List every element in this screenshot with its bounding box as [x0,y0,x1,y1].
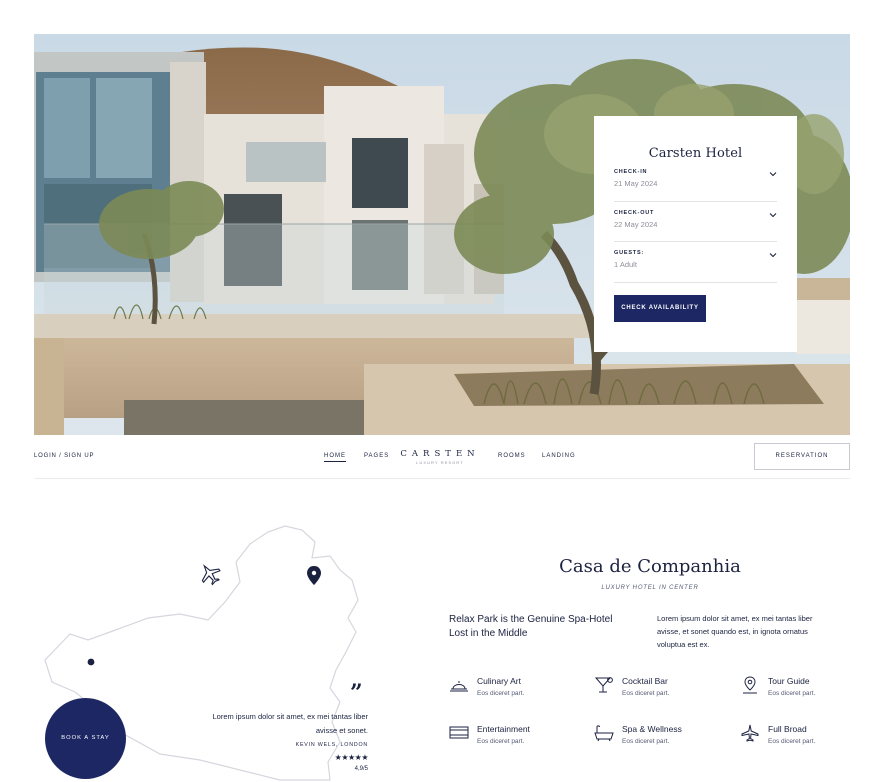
checkout-field[interactable]: CHECK-OUT 22 May 2024 [614,202,777,242]
amenity-desc: Eos diceret part. [768,738,816,745]
section-title: Casa de Companhia [559,556,741,577]
hero-image: Carsten Hotel CHECK-IN 21 May 2024 CHECK… [34,34,850,435]
nav-home[interactable]: HOME [324,453,346,462]
checkout-value[interactable]: 22 May 2024 [614,220,777,229]
nav-rooms[interactable]: ROOMS [498,453,526,459]
amenity-tour: Tour Guide Eos diceret part. [740,676,860,704]
logo-tagline: LUXURY RESORT [416,461,464,465]
nav-pages[interactable]: PAGES [364,453,389,459]
chevron-down-icon[interactable] [769,212,777,218]
reservation-button[interactable]: RESERVATION [754,443,850,470]
logo-text: CARSTEN [400,449,480,459]
logo[interactable]: CARSTEN LUXURY RESORT [400,449,480,465]
amenity-desc: Eos diceret part. [622,738,670,745]
checkin-label: CHECK-IN [614,169,648,175]
amenity-title: Culinary Art [477,676,521,686]
amenity-full-broad: Full Broad Eos diceret part. [740,724,860,752]
section-lead: Relax Park is the Genuine Spa-Hotel Lost… [449,614,613,639]
amenity-title: Tour Guide [768,676,810,686]
checkin-field[interactable]: CHECK-IN 21 May 2024 [614,161,777,202]
amenity-desc: Eos diceret part. [477,738,525,745]
amenity-title: Full Broad [768,724,807,734]
amenity-spa: Spa & Wellness Eos diceret part. [594,724,714,752]
amenity-cocktail: Cocktail Bar Eos diceret part. [594,676,714,704]
airplane-map-icon [201,564,221,586]
bathtub-icon [594,725,614,742]
amenity-entertainment: Entertainment Eos diceret part. [449,724,569,752]
amenity-desc: Eos diceret part. [622,690,670,697]
guests-value[interactable]: 1 Adult [614,260,777,269]
quote-icon: ” [350,680,363,706]
amenity-title: Entertainment [477,724,530,734]
checkin-value[interactable]: 21 May 2024 [614,179,777,188]
airplane-icon [741,724,759,742]
amenity-title: Spa & Wellness [622,724,682,734]
testimonial-author: KEVIN WELS, LONDON [295,742,368,748]
section-body: Lorem ipsum dolor sit amet, ex mei tanta… [657,614,813,649]
rating-value: 4,9/5 [354,766,368,772]
booking-title: Carsten Hotel [648,146,743,161]
guests-label: GUESTS: [614,250,645,256]
rating-stars: ★★★★★ [334,753,369,762]
amenity-desc: Eos diceret part. [477,690,525,697]
checkout-label: CHECK-OUT [614,209,655,216]
login-signup-link[interactable]: LOGIN / SIGN UP [34,453,94,459]
book-stay-button[interactable]: BOOK A STAY [45,698,126,779]
chevron-down-icon[interactable] [769,252,777,258]
amenity-culinary: Culinary Art Eos diceret part. [449,676,569,704]
section-subtitle: LUXURY HOTEL IN CENTER [601,585,699,591]
map-pin-icon [743,676,757,694]
screen-icon [449,726,469,739]
cocktail-icon [594,677,613,693]
cloche-icon [450,681,468,692]
nav-landing[interactable]: LANDING [542,453,576,459]
booking-panel: Carsten Hotel CHECK-IN 21 May 2024 CHECK… [594,116,797,352]
chevron-down-icon[interactable] [769,171,777,177]
amenity-title: Cocktail Bar [622,676,668,686]
amenity-desc: Eos diceret part. [768,690,816,697]
guests-field[interactable]: GUESTS: 1 Adult [614,242,777,283]
location-dot [87,658,95,666]
testimonial-text: Lorem ipsum dolor sit amet, ex mei tanta… [212,712,368,735]
main-navigation: LOGIN / SIGN UP HOME PAGES CARSTEN LUXUR… [34,435,850,479]
check-availability-button[interactable]: CHECK AVAILABILITY [614,294,706,322]
